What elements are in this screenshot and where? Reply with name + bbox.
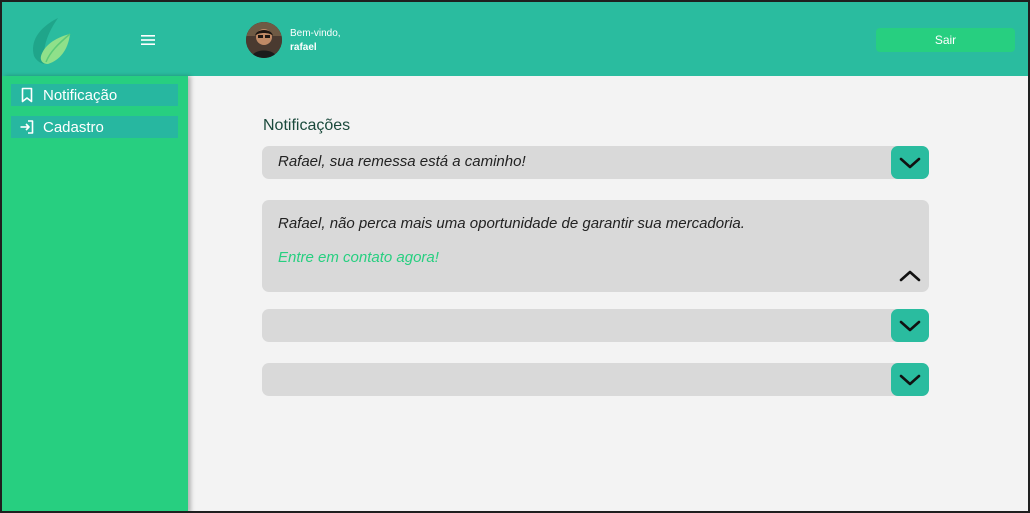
chevron-down-icon[interactable]	[891, 309, 929, 342]
notification-card[interactable]: Rafael, sua remessa está a caminho!	[262, 146, 929, 179]
app-window: Bem-vindo, rafael Sair Notificação Cadas…	[0, 0, 1030, 513]
leaf-logo-icon	[28, 16, 74, 66]
top-header: Bem-vindo, rafael Sair	[2, 2, 1028, 76]
chevron-down-icon[interactable]	[891, 146, 929, 179]
welcome-text: Bem-vindo, rafael	[290, 27, 341, 55]
user-name: rafael	[290, 42, 317, 53]
notification-card-expanded[interactable]: Rafael, não perca mais uma oportunidade …	[262, 200, 929, 292]
notification-text: Rafael, sua remessa está a caminho!	[278, 153, 526, 170]
welcome-label: Bem-vindo,	[290, 28, 341, 39]
logout-button[interactable]: Sair	[876, 28, 1015, 52]
main-content: Notificações Rafael, sua remessa está a …	[188, 76, 1028, 511]
avatar[interactable]	[246, 22, 282, 58]
notification-card[interactable]	[262, 363, 929, 396]
page-title: Notificações	[263, 117, 351, 134]
notification-text: Rafael, não perca mais uma oportunidade …	[278, 215, 745, 232]
contact-link[interactable]: Entre em contato agora!	[278, 249, 439, 266]
chevron-down-icon[interactable]	[891, 363, 929, 396]
login-arrow-icon	[19, 119, 35, 135]
bookmark-icon	[19, 87, 35, 103]
sidebar-item-notificacao[interactable]: Notificação	[11, 84, 178, 106]
hamburger-menu-icon[interactable]	[136, 28, 160, 52]
sidebar-item-label: Cadastro	[43, 118, 104, 136]
sidebar-item-label: Notificação	[43, 86, 118, 104]
sidebar: Notificação Cadastro	[2, 76, 188, 511]
notification-card[interactable]	[262, 309, 929, 342]
chevron-up-icon[interactable]	[897, 268, 923, 284]
sidebar-item-cadastro[interactable]: Cadastro	[11, 116, 178, 138]
